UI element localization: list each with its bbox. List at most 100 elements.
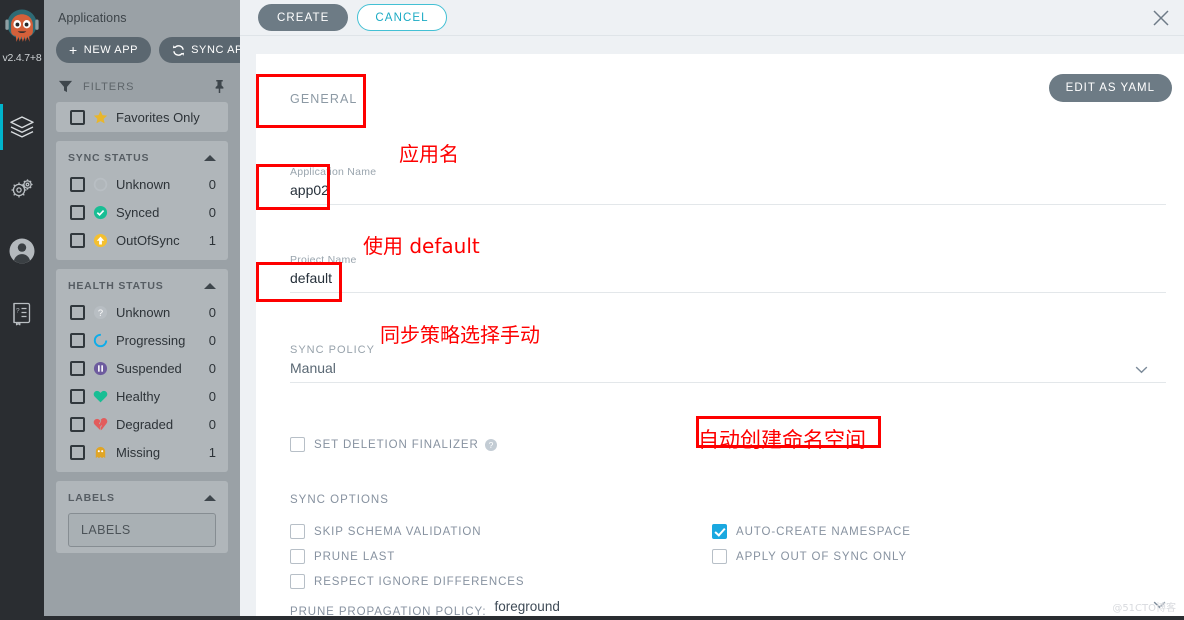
- sync-option-checkbox[interactable]: [290, 574, 305, 589]
- help-circle-icon[interactable]: ?: [484, 438, 497, 451]
- project-name-field[interactable]: Project Name default: [290, 254, 1166, 293]
- sync-option-row[interactable]: RESPECT IGNORE DIFFERENCES: [290, 574, 524, 589]
- pin-icon[interactable]: [213, 79, 226, 93]
- sync-apps-button[interactable]: SYNC APPS: [159, 37, 240, 63]
- filter-group-title: SYNC STATUS: [68, 152, 150, 164]
- labels-input-placeholder: LABELS: [81, 523, 131, 537]
- sidebar-action-buttons: + NEW APP SYNC APPS: [44, 25, 240, 63]
- arrow-up-circle-icon: [93, 233, 108, 247]
- favorites-checkbox[interactable]: [70, 109, 85, 125]
- filter-row[interactable]: Synced 0: [56, 198, 228, 226]
- filter-row[interactable]: Unknown 0: [56, 170, 228, 198]
- set-deletion-finalizer-label: SET DELETION FINALIZER: [314, 438, 479, 451]
- caret-up-icon[interactable]: [204, 155, 216, 161]
- rail-item-user-info[interactable]: [0, 220, 44, 282]
- cancel-button[interactable]: CANCEL: [357, 4, 447, 31]
- filter-checkbox[interactable]: [70, 332, 85, 348]
- argo-logo-block: v2.4.7+8: [0, 0, 44, 84]
- sync-option-row[interactable]: SKIP SCHEMA VALIDATION: [290, 524, 481, 539]
- sync-option-row[interactable]: PRUNE LAST: [290, 549, 395, 564]
- rail-item-documentation[interactable]: ?: [0, 282, 44, 344]
- caret-up-icon[interactable]: [204, 495, 216, 501]
- filter-checkbox[interactable]: [70, 176, 85, 192]
- sync-option-checkbox[interactable]: [290, 524, 305, 539]
- sync-policy-value: Manual: [290, 360, 336, 376]
- filter-checkbox[interactable]: [70, 416, 85, 432]
- labels-input[interactable]: LABELS: [68, 513, 216, 547]
- annotation-text-app-name: 应用名: [399, 142, 459, 166]
- labels-group-header[interactable]: LABELS: [56, 487, 228, 510]
- watermark: @51CTO博客: [1112, 603, 1176, 614]
- caret-up-icon[interactable]: [204, 283, 216, 289]
- filter-row-count: 1: [208, 232, 216, 248]
- svg-text:?: ?: [98, 307, 103, 317]
- sync-option-row[interactable]: APPLY OUT OF SYNC ONLY: [712, 549, 907, 564]
- filter-checkbox[interactable]: [70, 444, 85, 460]
- filter-row-count: 0: [208, 360, 216, 376]
- set-deletion-finalizer-checkbox[interactable]: [290, 437, 305, 452]
- create-button[interactable]: CREATE: [258, 4, 349, 31]
- filter-row[interactable]: Progressing 0: [56, 326, 228, 354]
- chevron-down-icon[interactable]: [1135, 366, 1148, 374]
- svg-text:?: ?: [16, 307, 20, 314]
- filter-checkbox[interactable]: [70, 204, 85, 220]
- close-icon[interactable]: [1152, 9, 1170, 27]
- filter-row-count: 0: [208, 332, 216, 348]
- rail-item-applications[interactable]: [0, 96, 44, 158]
- edit-as-yaml-button[interactable]: EDIT AS YAML: [1048, 74, 1172, 102]
- new-app-button[interactable]: + NEW APP: [56, 37, 152, 63]
- application-name-field[interactable]: Application Name app02: [290, 166, 1166, 205]
- favorites-filter-row[interactable]: Favorites Only: [56, 102, 228, 132]
- version-label: v2.4.7+8: [2, 52, 42, 64]
- set-deletion-finalizer-row[interactable]: SET DELETION FINALIZER ?: [290, 437, 497, 452]
- filter-group-health-status: HEALTH STATUS? Unknown 0 Progressing 0 Suspen…: [56, 269, 228, 472]
- annotation-text-namespace: 自动创建命名空间: [698, 428, 866, 452]
- filter-group-header[interactable]: SYNC STATUS: [56, 147, 228, 170]
- filter-row-label: Progressing: [116, 332, 186, 348]
- filter-funnel-icon: [58, 80, 73, 93]
- sync-option-label: APPLY OUT OF SYNC ONLY: [736, 550, 908, 563]
- sync-option-label: AUTO-CREATE NAMESPACE: [736, 525, 911, 538]
- documentation-book-icon: ?: [13, 302, 31, 326]
- filter-row[interactable]: Degraded 0: [56, 410, 228, 438]
- sync-option-checkbox[interactable]: [290, 549, 305, 564]
- filter-row[interactable]: Healthy 0: [56, 382, 228, 410]
- sidebar-title: Applications: [58, 11, 127, 25]
- filter-group-header[interactable]: HEALTH STATUS: [56, 275, 228, 298]
- plus-icon: +: [69, 42, 78, 58]
- sync-options-title: SYNC OPTIONS: [290, 494, 389, 506]
- filter-checkbox[interactable]: [70, 360, 85, 376]
- filter-checkbox[interactable]: [70, 232, 85, 248]
- filter-row[interactable]: OutOfSync 1: [56, 226, 228, 254]
- application-name-label: Application Name: [290, 166, 377, 178]
- filter-row[interactable]: Missing 1: [56, 438, 228, 466]
- filter-row-count: 0: [208, 204, 216, 220]
- sync-option-checkbox[interactable]: [712, 524, 727, 539]
- sync-option-checkbox[interactable]: [712, 549, 727, 564]
- project-name-underline: [290, 292, 1166, 293]
- filter-row-count: 0: [208, 176, 216, 192]
- filter-row[interactable]: ? Unknown 0: [56, 298, 228, 326]
- rail-item-settings[interactable]: [0, 158, 44, 220]
- circle-unknown-icon: [93, 177, 108, 191]
- svg-text:?: ?: [488, 440, 493, 450]
- filter-checkbox[interactable]: [70, 388, 85, 404]
- filter-row-count: 0: [208, 388, 216, 404]
- sync-policy-field[interactable]: SYNC POLICY Manual: [290, 344, 1166, 383]
- heart-icon: [93, 390, 108, 402]
- gears-settings-icon: [11, 179, 33, 198]
- ghost-icon: [95, 446, 106, 458]
- filter-group-title: HEALTH STATUS: [68, 280, 164, 292]
- progress-ring-icon: [93, 333, 108, 347]
- filter-checkbox[interactable]: [70, 304, 85, 320]
- filter-row-label: Unknown: [116, 304, 171, 320]
- star-icon: [93, 110, 108, 123]
- sync-option-row[interactable]: AUTO-CREATE NAMESPACE: [712, 524, 911, 539]
- filter-row[interactable]: Suspended 0: [56, 354, 228, 382]
- left-nav-rail: v2.4.7+8 ?: [0, 0, 44, 620]
- filter-row-label: Healthy: [116, 388, 161, 404]
- sync-option-label: PRUNE LAST: [314, 550, 396, 563]
- labels-filter-group: LABELS LABELS: [56, 481, 228, 553]
- filter-row-label: Unknown: [116, 176, 171, 192]
- filter-row-label: Degraded: [116, 416, 174, 432]
